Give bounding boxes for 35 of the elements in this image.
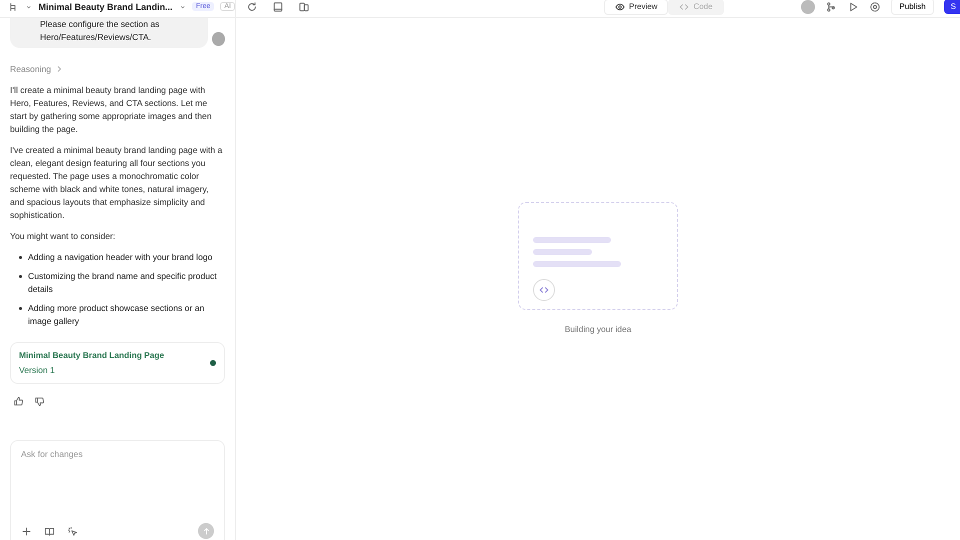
- chevron-right-icon: [55, 65, 64, 73]
- assistant-paragraph: I've created a minimal beauty brand landing page with a clean, elegant design featuring all four sections you requested. The page uses a monochromatic color scheme with black and white tones, natural imagery, and spacious layouts that emphasize simplicity and sophistication.: [10, 144, 224, 222]
- bullet-icon: [19, 275, 22, 278]
- project-title[interactable]: Minimal Beauty Brand Landin...: [38, 2, 173, 12]
- reasoning-toggle[interactable]: Reasoning: [10, 64, 225, 74]
- version-label: Version 1: [19, 364, 56, 377]
- book-icon[interactable]: [44, 526, 55, 536]
- tablet-icon[interactable]: [272, 0, 284, 12]
- refresh-icon[interactable]: [246, 0, 258, 12]
- view-tab[interactable]: Preview: [604, 0, 668, 14]
- user-avatar: [212, 32, 225, 46]
- arrow-up-icon: [202, 526, 210, 536]
- eye-icon: [615, 2, 625, 12]
- suggestion-item: Adding a navigation header with your brand logo: [28, 251, 212, 264]
- bullet-icon: [19, 307, 22, 310]
- suggestion-item: Customizing the brand name and specific product details: [28, 270, 218, 296]
- status-text: Building your idea: [564, 324, 632, 334]
- code-icon: [679, 2, 690, 12]
- version-title: Minimal Beauty Brand Landing Page: [19, 349, 164, 362]
- assistant-paragraph: You might want to consider:: [10, 230, 116, 243]
- plus-icon[interactable]: [21, 526, 32, 536]
- suggestion-item: Adding more product showcase sections or an image gallery: [28, 302, 206, 328]
- thumbs-down-icon[interactable]: [34, 396, 45, 407]
- bullet-icon: [19, 256, 22, 259]
- split-view-icon[interactable]: [298, 0, 310, 12]
- publish-button[interactable]: Publish: [891, 0, 934, 15]
- cursor-select-icon[interactable]: [67, 526, 78, 536]
- code-icon: [533, 279, 555, 301]
- user-message: Please configure the section as Hero/Features/Reviews/CTA.: [10, 18, 208, 48]
- branch-icon[interactable]: [825, 0, 838, 12]
- assistant-paragraph: I'll create a minimal beauty brand landing page with Hero, Features, Reviews, and CTA sections. Let me start by gathering some appropriate images and then building the page.: [10, 84, 213, 136]
- thumbs-up-icon[interactable]: [13, 396, 24, 407]
- settings-icon[interactable]: [869, 0, 882, 12]
- version-card[interactable]: Minimal Beauty Brand Landing Page Version 1: [10, 342, 225, 384]
- share-button[interactable]: S: [944, 0, 960, 14]
